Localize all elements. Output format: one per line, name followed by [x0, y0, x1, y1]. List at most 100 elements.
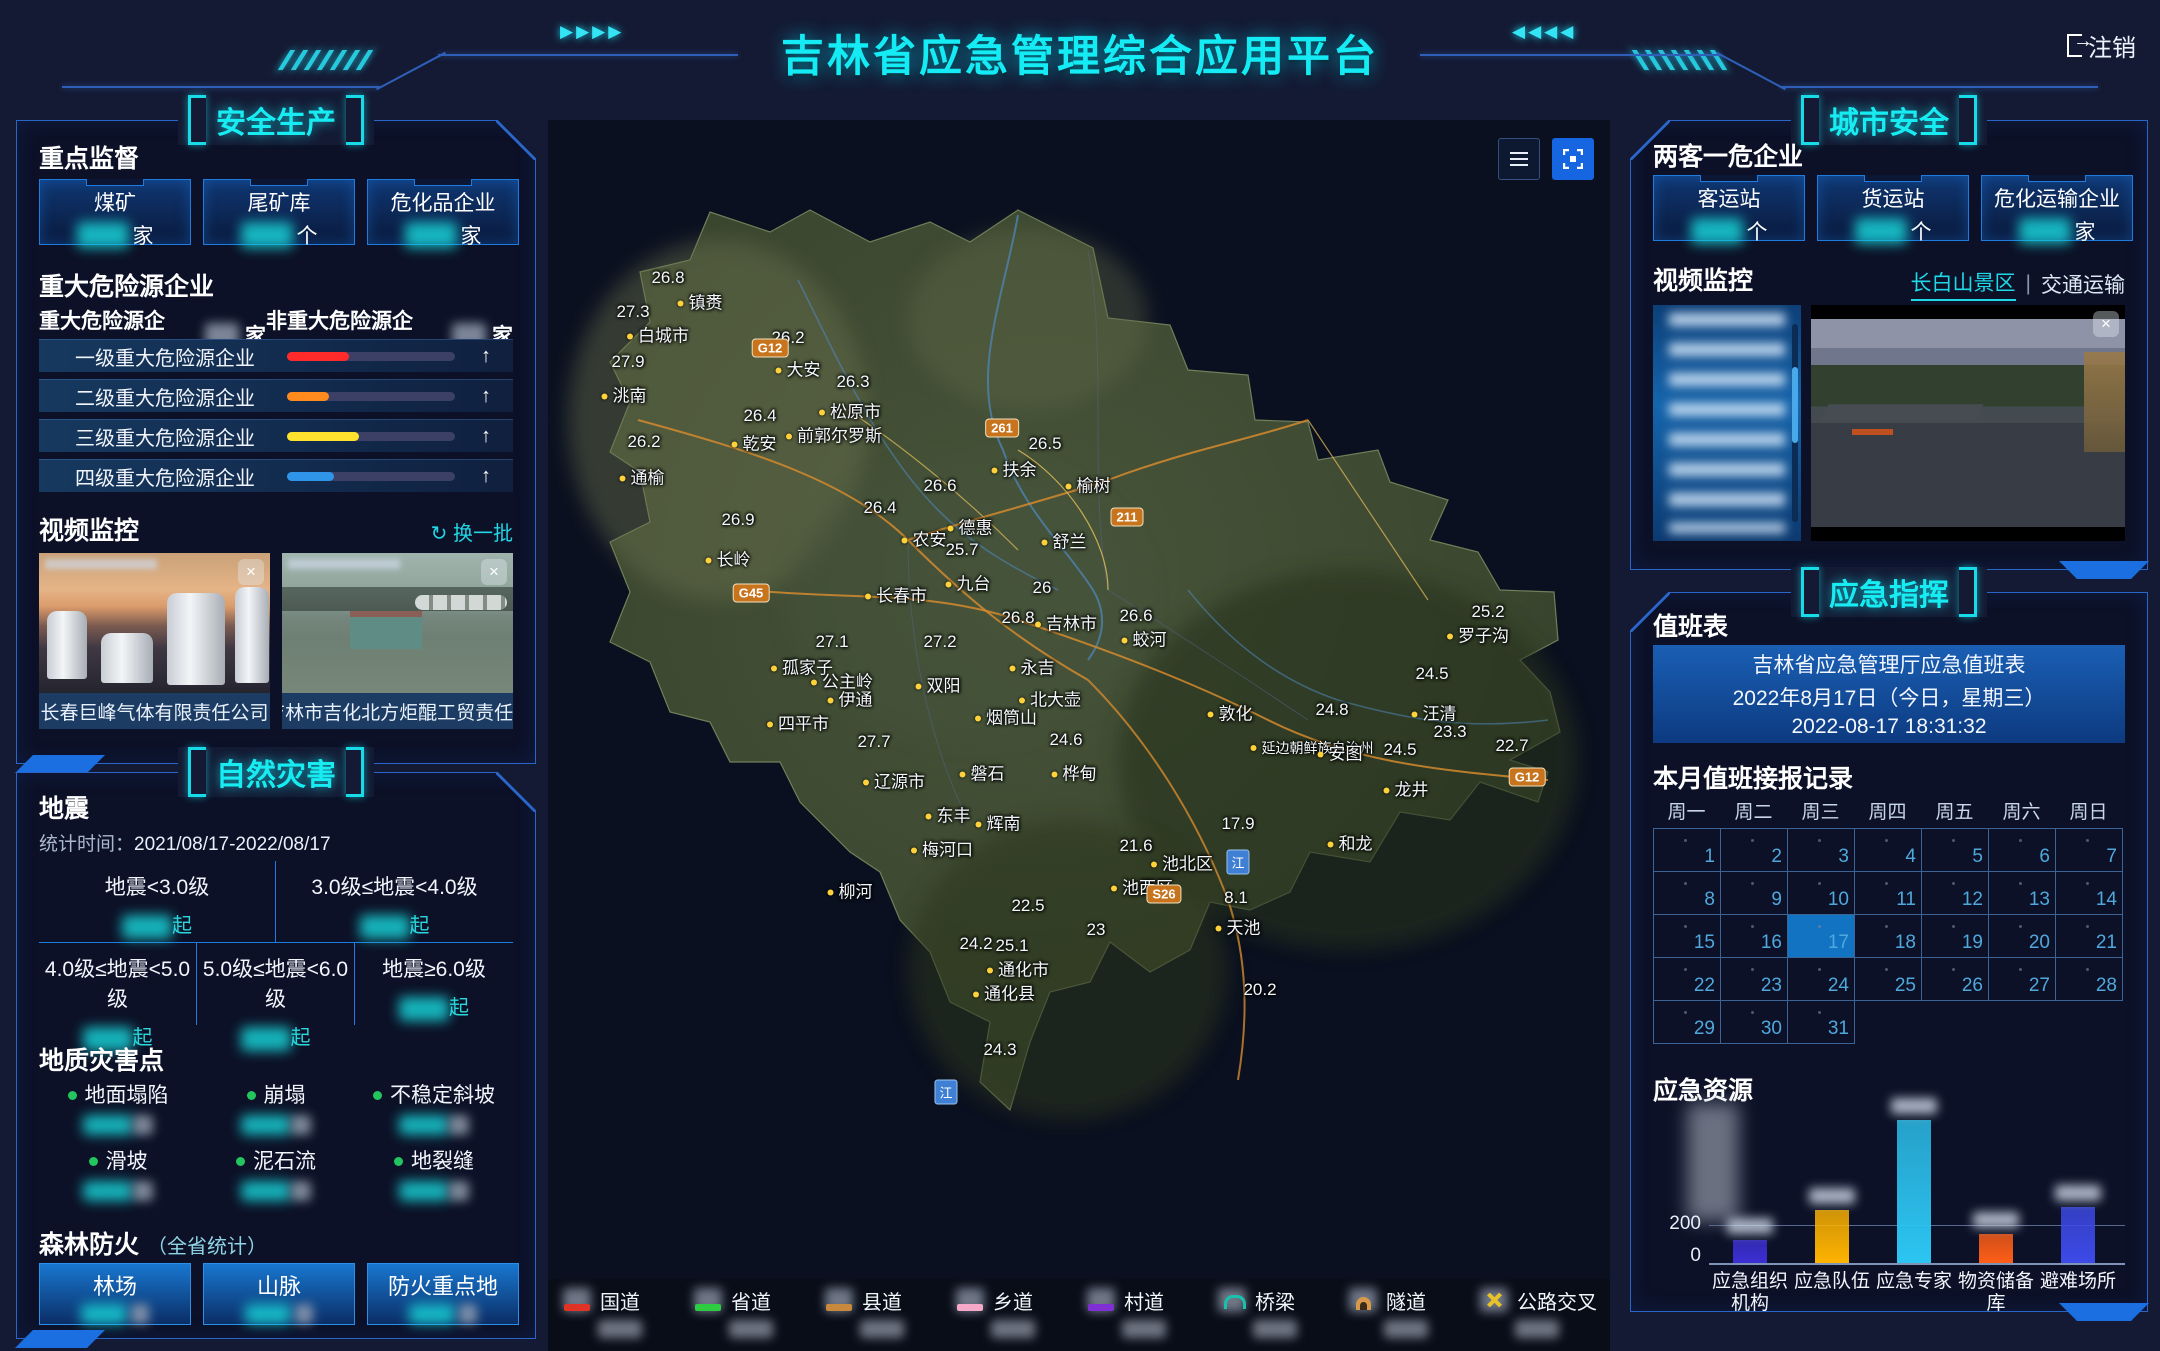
- bar-value-blurred: [1727, 1218, 1773, 1234]
- close-icon[interactable]: ×: [481, 559, 507, 585]
- resources-bar-chart: 200 0 应急组织机构应急队伍应急专家物资储备库避难场所: [1653, 1103, 2125, 1303]
- card-label: 危化运输企业: [1982, 183, 2132, 213]
- map-city-label: 双阳: [916, 672, 961, 697]
- calendar-day[interactable]: 23: [1720, 957, 1788, 1001]
- map-layers-button[interactable]: [1498, 138, 1540, 180]
- refresh-batch-button[interactable]: 换一批: [431, 517, 513, 546]
- supervision-card[interactable]: 尾矿库个: [203, 179, 355, 245]
- legend-item-top: 乡道: [955, 1287, 1086, 1313]
- logout-button[interactable]: 注销: [2067, 28, 2136, 63]
- calendar-day[interactable]: 6: [1988, 828, 2056, 872]
- road-swatch: [826, 1304, 852, 1311]
- quake-range-label: 4.0级≤地震<5.0级: [39, 953, 196, 1013]
- calendar-day[interactable]: 3: [1787, 828, 1855, 872]
- calendar-day[interactable]: 5: [1921, 828, 1989, 872]
- video-frame: ×: [282, 553, 513, 693]
- card-unit: 个: [297, 220, 318, 250]
- calendar-day[interactable]: 7: [2055, 828, 2123, 872]
- supervision-card[interactable]: 煤矿家: [39, 179, 191, 245]
- bar-4: [1979, 1234, 2013, 1263]
- road-shield: 211: [1111, 508, 1144, 527]
- geo-item: 泥石流: [197, 1145, 355, 1201]
- pavilion-shape: [350, 611, 422, 649]
- tab-changbaishan[interactable]: 长白山景区: [1911, 267, 2016, 301]
- map-city-label: 罗子沟: [1447, 622, 1509, 647]
- supervision-card[interactable]: 危化品企业家: [367, 179, 519, 245]
- legend-count-blurred: [729, 1320, 773, 1338]
- calendar-day[interactable]: 12: [1921, 871, 1989, 915]
- calendar-day[interactable]: 4: [1854, 828, 1922, 872]
- layers-icon: [1510, 158, 1528, 160]
- card-unit: 个: [1911, 216, 1932, 246]
- hazard-level-bar: [287, 352, 349, 361]
- calendar-day[interactable]: 20: [1988, 914, 2056, 958]
- calendar-day[interactable]: 15: [1653, 914, 1721, 958]
- calendar-day[interactable]: 8: [1653, 871, 1721, 915]
- quake-count: 起: [197, 1021, 354, 1051]
- calendar-day[interactable]: 2: [1720, 828, 1788, 872]
- calendar-day[interactable]: 25: [1854, 957, 1922, 1001]
- backward-arrows-icon: ◀◀◀◀: [1512, 22, 1576, 42]
- bar-slot: [1955, 1103, 2037, 1263]
- forest-card[interactable]: 山脉: [203, 1263, 355, 1325]
- close-icon[interactable]: ×: [2093, 311, 2119, 337]
- weekday-label: 周一: [1653, 797, 1720, 824]
- calendar-day[interactable]: 18: [1854, 914, 1922, 958]
- calendar-day[interactable]: 1: [1653, 828, 1721, 872]
- close-icon[interactable]: ×: [238, 559, 264, 585]
- line-icon: [824, 1287, 854, 1313]
- calendar-day[interactable]: 11: [1854, 871, 1922, 915]
- calendar-day[interactable]: 26: [1921, 957, 1989, 1001]
- camera-player: ×: [1811, 305, 2125, 541]
- hazard-level-track: [287, 432, 455, 441]
- calendar-day[interactable]: 19: [1921, 914, 1989, 958]
- map-city-label: 辉南: [976, 810, 1021, 835]
- calendar-day[interactable]: 17: [1787, 914, 1855, 958]
- forest-card[interactable]: 防火重点地: [367, 1263, 519, 1325]
- calendar-day[interactable]: 9: [1720, 871, 1788, 915]
- redacted-unit: [131, 1304, 149, 1324]
- forest-card[interactable]: 林场: [39, 1263, 191, 1325]
- calendar-day[interactable]: 29: [1653, 1000, 1721, 1044]
- calendar-day[interactable]: 10: [1787, 871, 1855, 915]
- calendar-day[interactable]: 30: [1720, 1000, 1788, 1044]
- quake-range-label: 5.0级≤地震<6.0级: [197, 953, 354, 1013]
- redacted-unit: [291, 1115, 311, 1135]
- calendar-day[interactable]: 28: [2055, 957, 2123, 1001]
- section-duty-calendar: 本月值班接报记录: [1653, 759, 1853, 795]
- calendar-day[interactable]: 13: [1988, 871, 2056, 915]
- quake-count: 起: [39, 909, 275, 939]
- panel-title-text: 安全生产: [216, 98, 336, 142]
- calendar-day[interactable]: 31: [1787, 1000, 1855, 1044]
- video-thumbnail[interactable]: ×吉林市吉化北方炬醌工贸责任...: [282, 553, 513, 729]
- tab-transport[interactable]: 交通运输: [2041, 269, 2125, 299]
- video-thumbnail[interactable]: ×长春巨峰气体有限责任公司: [39, 553, 270, 729]
- panel-city-safety: 城市安全 两客一危企业 客运站个货运站个危化运输企业家 视频监控 长白山景区|交…: [1630, 120, 2148, 570]
- scrollbar[interactable]: [1792, 324, 1798, 522]
- duty-roster-card[interactable]: 吉林省应急管理厅应急值班表2022年8月17日（今日，星期三）2022-08-1…: [1653, 645, 2125, 743]
- enterprise-card[interactable]: 客运站个: [1653, 175, 1805, 241]
- map-fullscreen-button[interactable]: [1552, 138, 1594, 180]
- enterprise-card[interactable]: 危化运输企业家: [1981, 175, 2133, 241]
- map-city-label: 龙井: [1384, 776, 1429, 801]
- camera-list-blurred[interactable]: [1653, 305, 1801, 541]
- section-earthquake: 地震: [39, 789, 89, 825]
- map-temp-label: 17.9: [1221, 814, 1254, 834]
- calendar-day[interactable]: 16: [1720, 914, 1788, 958]
- quake-unit: 起: [172, 915, 192, 937]
- calendar-day[interactable]: 24: [1787, 957, 1855, 1001]
- redacted-unit: [133, 1115, 153, 1135]
- card-label: 危化品企业: [368, 187, 518, 217]
- map-city-label: 辽源市: [863, 768, 925, 793]
- enterprise-card[interactable]: 货运站个: [1817, 175, 1969, 241]
- calendar-day[interactable]: 21: [2055, 914, 2123, 958]
- redacted-unit: [295, 1304, 313, 1324]
- province-map[interactable]: 26.8镇赉27.3白城市27.9洮南26.2大安26.3松原市前郭尔罗斯26.…: [548, 120, 1610, 1351]
- calendar-day[interactable]: 14: [2055, 871, 2123, 915]
- bracket-left-icon: [188, 747, 206, 797]
- bar-value-blurred: [1973, 1212, 2019, 1228]
- road-shield: G45: [733, 584, 770, 603]
- calendar-day[interactable]: 22: [1653, 957, 1721, 1001]
- calendar-day[interactable]: 27: [1988, 957, 2056, 1001]
- day-number: 14: [2096, 889, 2117, 911]
